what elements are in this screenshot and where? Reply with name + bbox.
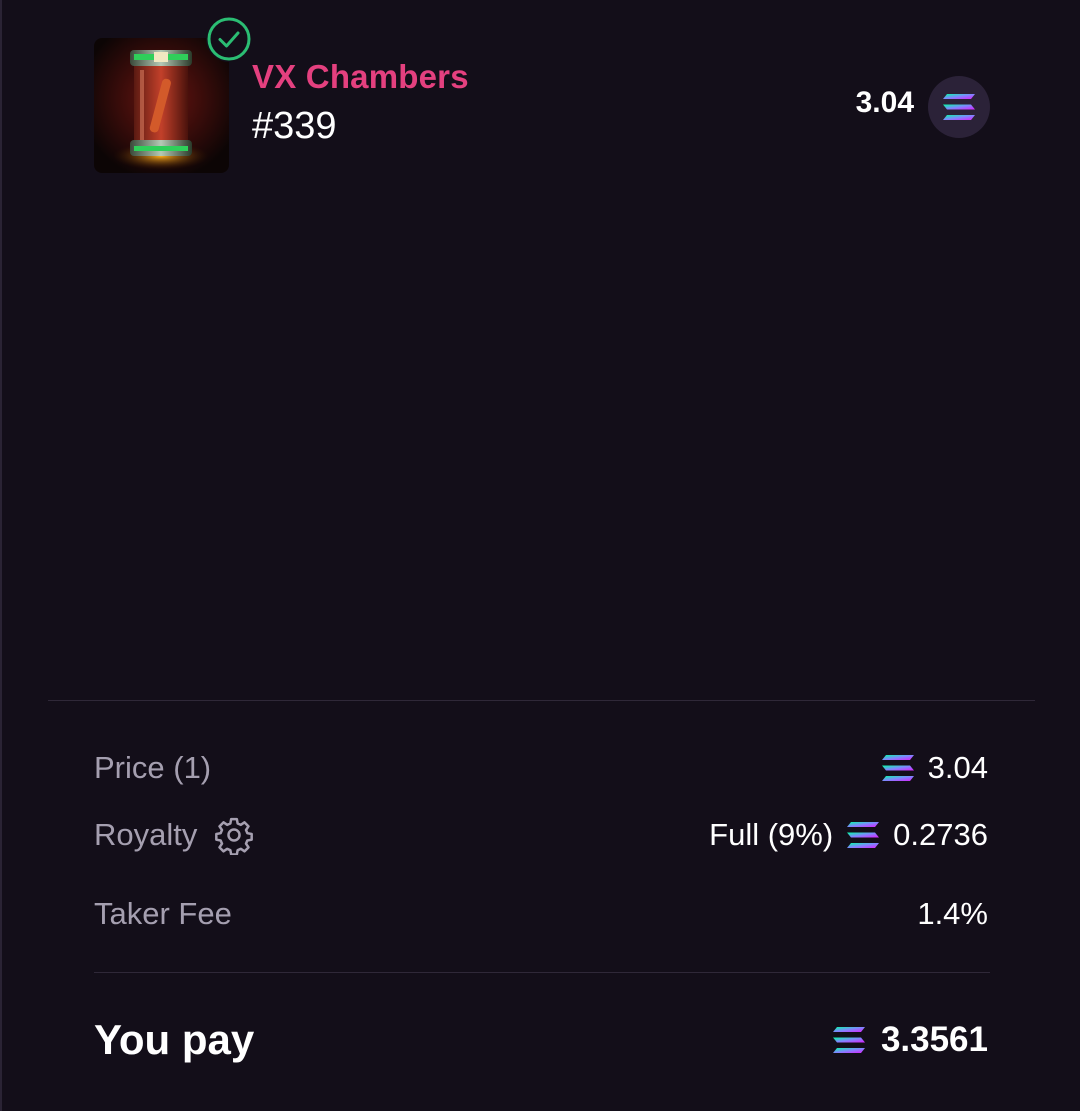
price-value-group: 3.04 [880,750,988,786]
taker-fee-label: Taker Fee [94,896,232,931]
you-pay-value: 3.3561 [880,1020,988,1059]
solana-icon [832,1027,865,1053]
solana-icon [881,755,914,781]
solana-icon [847,822,880,848]
you-pay-label: You pay [94,1016,255,1063]
royalty-mode[interactable]: Full (9%) [709,817,833,853]
total-divider [94,972,990,973]
royalty-value-group: Full (9%) 0.2736 [709,817,988,853]
section-divider [48,700,1035,701]
taker-fee-amount: 1.4% [917,896,988,931]
price-value: 3.04 [927,750,988,785]
token-name: #339 [252,105,337,147]
verified-check-icon [206,16,252,62]
taker-fee-value: 1.4% [917,896,988,932]
gear-icon[interactable] [214,815,254,856]
item-price: 3.04 [855,86,914,119]
royalty-value: 0.2736 [893,817,988,852]
solana-icon [928,76,990,138]
you-pay-value-group: 3.3561 [831,1020,988,1060]
price-label: Price (1) [94,750,212,785]
checkout-panel: VX Chambers #339 3.04 Price (1) 3.04 Roy… [0,0,1080,1111]
royalty-label: Royalty [94,817,198,852]
collection-name[interactable]: VX Chambers [252,58,469,96]
